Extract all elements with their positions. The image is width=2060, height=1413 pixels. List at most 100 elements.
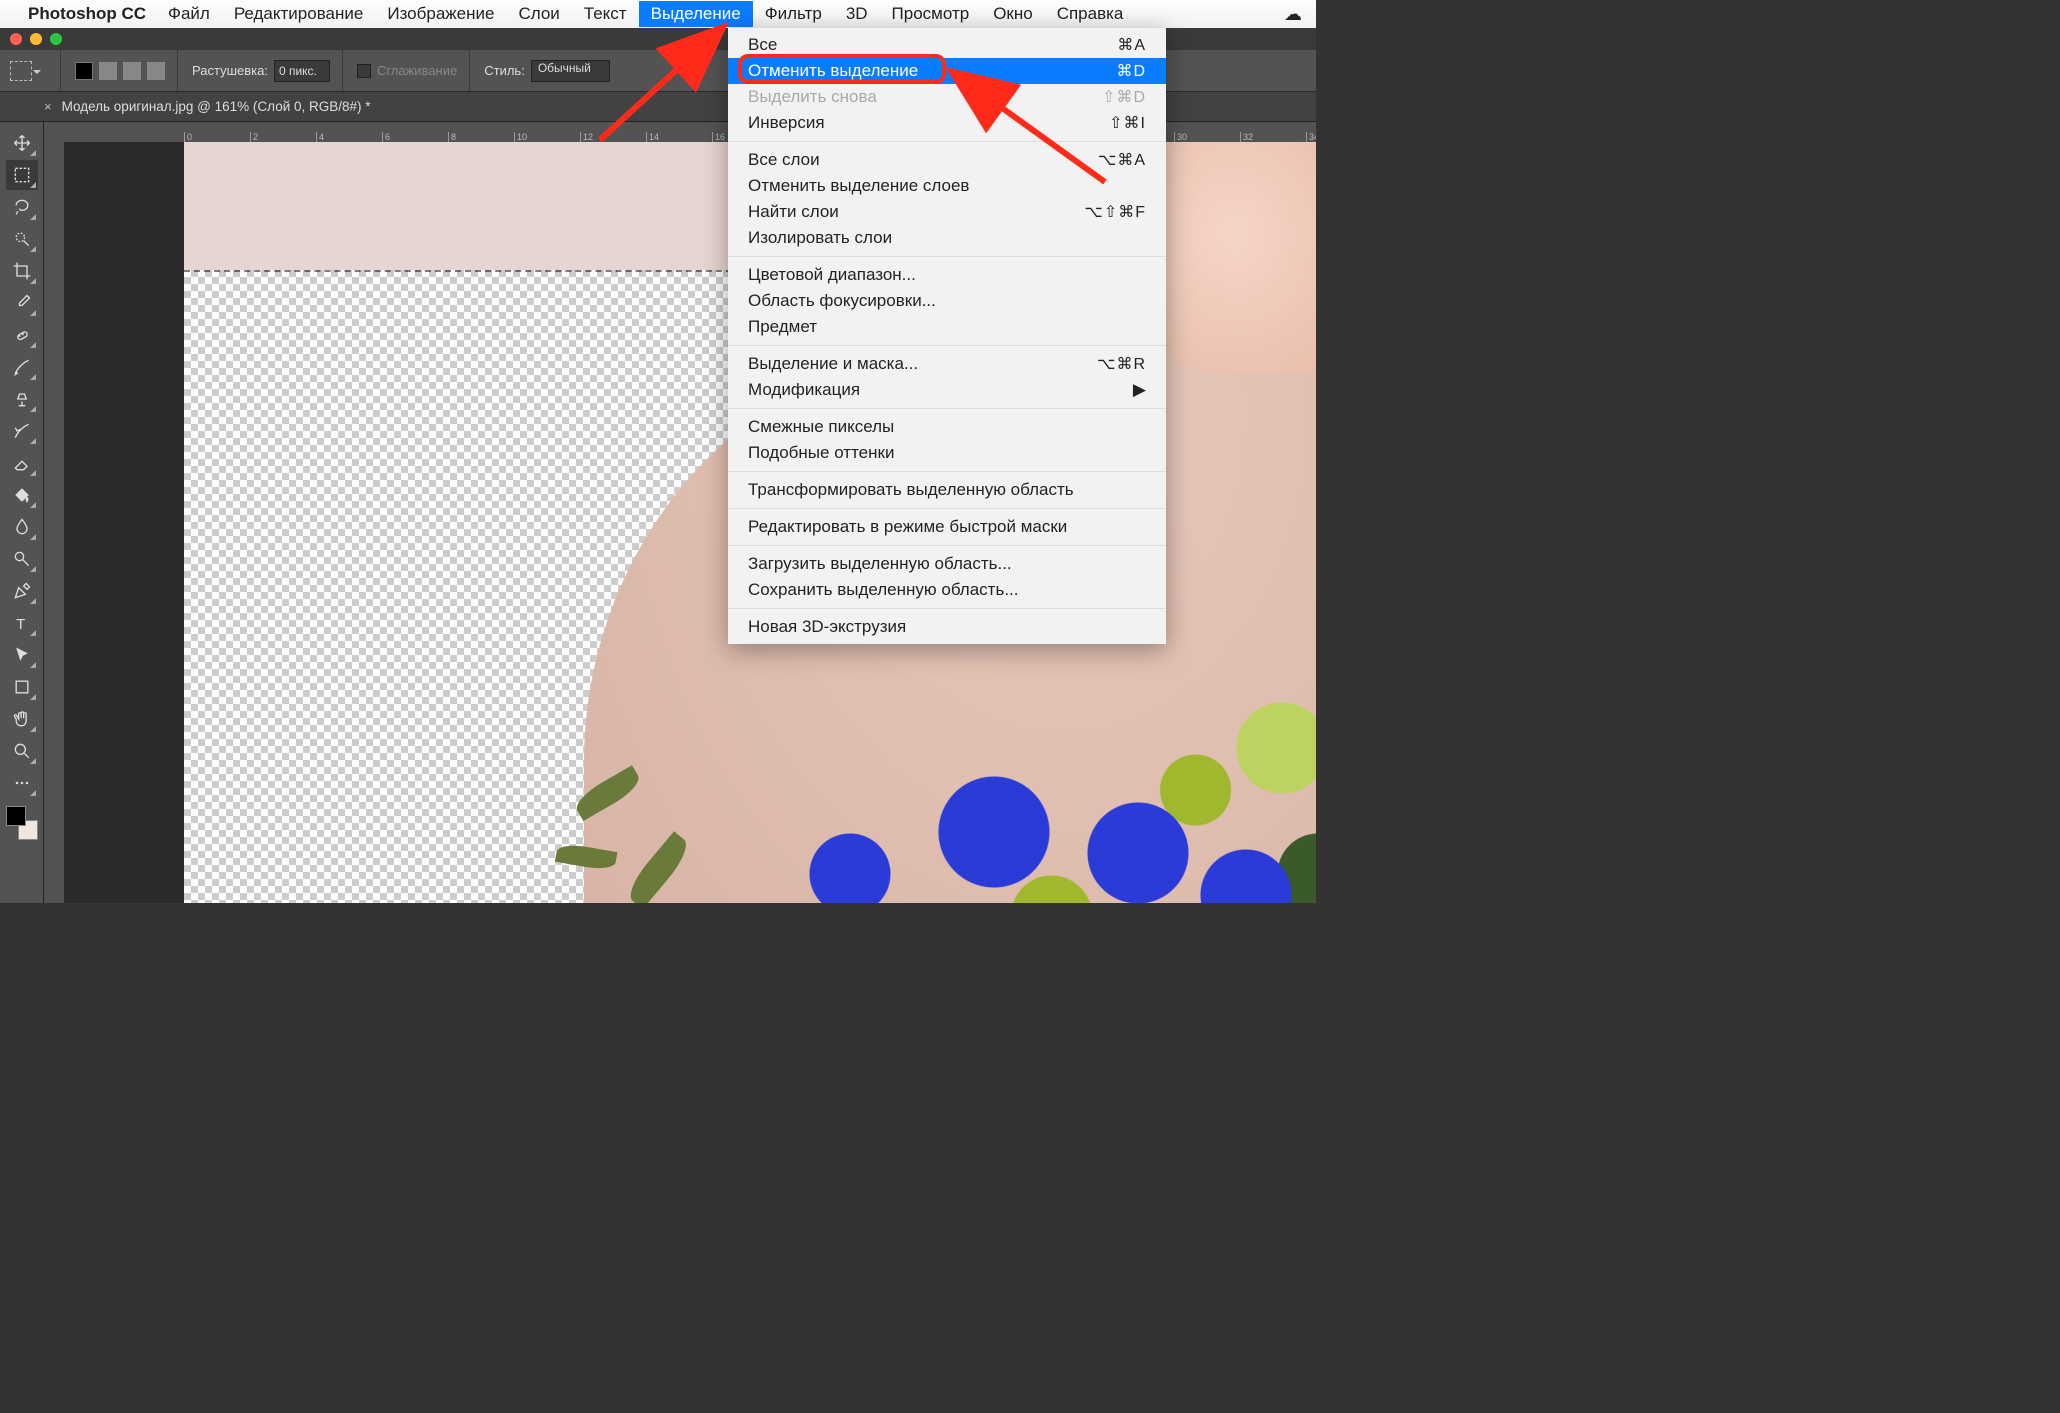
shape-tool[interactable] — [6, 672, 38, 702]
ruler-tick: 4 — [316, 132, 324, 142]
menu-item-shortcut: ⇧⌘D — [1102, 87, 1146, 107]
menu-item: Выделить снова ⇧⌘D — [728, 84, 1166, 110]
document-tab-title: Модель оригинал.jpg @ 161% (Слой 0, RGB/… — [62, 99, 371, 114]
menu-item-label: Изолировать слои — [748, 228, 892, 248]
menu-item-label: Все — [748, 35, 777, 55]
foreground-background-colors[interactable] — [6, 806, 38, 840]
menubar-item-окно[interactable]: Окно — [981, 1, 1045, 27]
menubar-item-фильтр[interactable]: Фильтр — [753, 1, 834, 27]
menu-item[interactable]: Цветовой диапазон... — [728, 262, 1166, 288]
type-tool[interactable]: T — [6, 608, 38, 638]
menubar-item-файл[interactable]: Файл — [156, 1, 222, 27]
feather-label: Растушевка: — [192, 63, 268, 78]
menu-item[interactable]: Область фокусировки... — [728, 288, 1166, 314]
menu-item[interactable]: Новая 3D-экструзия — [728, 614, 1166, 640]
window-close-button[interactable] — [10, 33, 22, 45]
move-tool[interactable] — [6, 128, 38, 158]
eraser-tool[interactable] — [6, 448, 38, 478]
blur-tool[interactable] — [6, 512, 38, 542]
window-minimize-button[interactable] — [30, 33, 42, 45]
path-select-tool[interactable] — [6, 640, 38, 670]
menu-item-label: Область фокусировки... — [748, 291, 936, 311]
menu-separator — [728, 256, 1166, 257]
menu-item[interactable]: Трансформировать выделенную область — [728, 477, 1166, 503]
menu-item[interactable]: Выделение и маска...⌥⌘R — [728, 351, 1166, 377]
healing-tool[interactable] — [6, 320, 38, 350]
selection-intersect-icon[interactable] — [147, 62, 165, 80]
tab-close-icon[interactable]: × — [44, 99, 52, 114]
selection-new-icon[interactable] — [75, 62, 93, 80]
zoom-tool[interactable] — [6, 736, 38, 766]
menubar-item-редактирование[interactable]: Редактирование — [222, 1, 376, 27]
menubar-item-3d[interactable]: 3D — [834, 1, 880, 27]
hand-tool[interactable] — [6, 704, 38, 734]
menu-item-label: Смежные пикселы — [748, 417, 894, 437]
more-tool[interactable] — [6, 768, 38, 798]
menu-item-shortcut: ⌘D — [1116, 61, 1146, 81]
app-name[interactable]: Photoshop СС — [28, 4, 146, 24]
style-select[interactable]: Обычный — [531, 60, 610, 82]
menu-item[interactable]: Все слои⌥⌘A — [728, 147, 1166, 173]
menu-item[interactable]: Редактировать в режиме быстрой маски — [728, 514, 1166, 540]
menu-item-label: Найти слои — [748, 202, 839, 222]
menu-item-label: Предмет — [748, 317, 817, 337]
menubar-item-текст[interactable]: Текст — [572, 1, 639, 27]
submenu-arrow-icon: ▶ — [1133, 380, 1146, 400]
antialias-checkbox[interactable] — [357, 64, 371, 78]
quick-select-tool[interactable] — [6, 224, 38, 254]
pen-tool[interactable] — [6, 576, 38, 606]
feather-input[interactable] — [274, 60, 330, 82]
selection-subtract-icon[interactable] — [123, 62, 141, 80]
menu-separator — [728, 545, 1166, 546]
ruler-tick: 8 — [448, 132, 456, 142]
menu-item-label: Все слои — [748, 150, 820, 170]
ruler-origin[interactable] — [44, 122, 64, 142]
lasso-tool[interactable] — [6, 192, 38, 222]
menu-item-label: Новая 3D-экструзия — [748, 617, 906, 637]
menu-item-shortcut: ⌥⇧⌘F — [1084, 202, 1146, 222]
clone-tool[interactable] — [6, 384, 38, 414]
menu-separator — [728, 408, 1166, 409]
menu-item[interactable]: Предмет — [728, 314, 1166, 340]
svg-text:T: T — [16, 616, 25, 633]
tool-preset-picker[interactable] — [10, 61, 32, 81]
brush-tool[interactable] — [6, 352, 38, 382]
image-face — [1154, 142, 1316, 372]
menubar-item-справка[interactable]: Справка — [1045, 1, 1136, 27]
ruler-tick: 30 — [1174, 132, 1187, 142]
menu-item[interactable]: Загрузить выделенную область... — [728, 551, 1166, 577]
menubar-item-просмотр[interactable]: Просмотр — [880, 1, 982, 27]
document-tab[interactable]: × Модель оригинал.jpg @ 161% (Слой 0, RG… — [44, 99, 371, 114]
menubar-item-слои[interactable]: Слои — [506, 1, 571, 27]
history-brush-tool[interactable] — [6, 416, 38, 446]
menu-item-label: Загрузить выделенную область... — [748, 554, 1012, 574]
menu-item[interactable]: Найти слои ⌥⇧⌘F — [728, 199, 1166, 225]
selection-add-icon[interactable] — [99, 62, 117, 80]
menu-item[interactable]: Модификация▶ — [728, 377, 1166, 403]
ruler-vertical[interactable] — [44, 142, 64, 903]
menu-item-label: Выделить снова — [748, 87, 877, 107]
eyedropper-tool[interactable] — [6, 288, 38, 318]
antialias-label: Сглаживание — [377, 63, 457, 78]
crop-tool[interactable] — [6, 256, 38, 286]
creative-cloud-icon[interactable]: ☁ — [1284, 4, 1302, 25]
menu-item[interactable]: Изолировать слои — [728, 225, 1166, 251]
menubar-item-изображение[interactable]: Изображение — [375, 1, 506, 27]
menu-item[interactable]: Отменить выделение слоев — [728, 173, 1166, 199]
window-zoom-button[interactable] — [50, 33, 62, 45]
paint-bucket-tool[interactable] — [6, 480, 38, 510]
menu-item[interactable]: Смежные пикселы — [728, 414, 1166, 440]
annotation-highlight-box — [738, 54, 946, 84]
marquee-tool[interactable] — [6, 160, 38, 190]
menu-item-label: Трансформировать выделенную область — [748, 480, 1074, 500]
menu-item[interactable]: Инверсия⇧⌘I — [728, 110, 1166, 136]
menubar-item-выделение[interactable]: Выделение — [639, 1, 753, 27]
menu-item[interactable]: Сохранить выделенную область... — [728, 577, 1166, 603]
menu-separator — [728, 141, 1166, 142]
menu-item[interactable]: Подобные оттенки — [728, 440, 1166, 466]
dodge-tool[interactable] — [6, 544, 38, 574]
ruler-tick: 2 — [250, 132, 258, 142]
selection-menu-dropdown: Все⌘AОтменить выделение⌘DВыделить снова⇧… — [728, 28, 1166, 644]
menu-separator — [728, 508, 1166, 509]
ruler-tick: 34 — [1306, 132, 1316, 142]
